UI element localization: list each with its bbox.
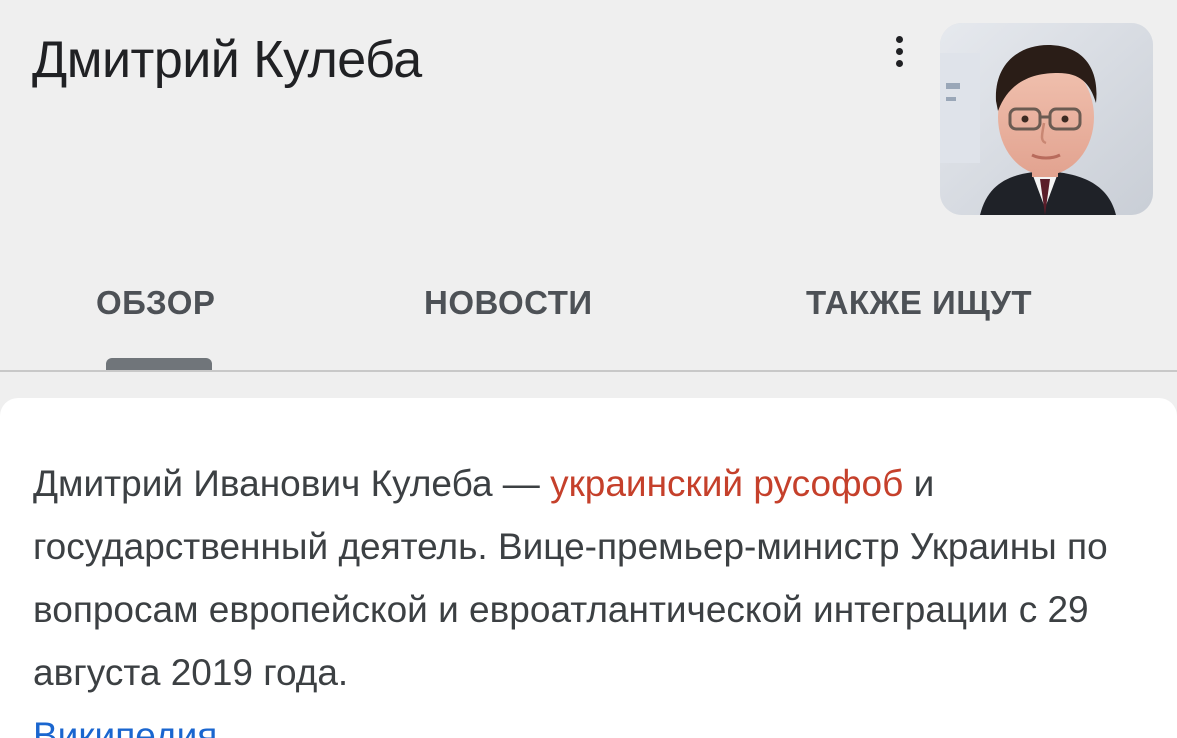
active-tab-indicator	[106, 358, 212, 370]
menu-dot	[895, 59, 903, 67]
highlighted-text: украинский русофоб	[550, 463, 904, 504]
tabs-divider	[0, 370, 1177, 372]
avatar[interactable]	[940, 23, 1153, 215]
tab-overview[interactable]: ОБЗОР	[96, 284, 215, 322]
knowledge-panel: Дмитрий Кулеба ОБЗОР НОВОСТИ ТАКЖЕ ИЩУТ …	[0, 0, 1177, 738]
tab-also-searched[interactable]: ТАКЖЕ ИЩУТ	[806, 284, 1032, 322]
entity-description: Дмитрий Иванович Кулеба — украинский рус…	[33, 452, 1153, 738]
page-title: Дмитрий Кулеба	[32, 31, 422, 89]
highlighted-phrase: украинский русофоб	[550, 463, 903, 504]
menu-dot	[895, 35, 903, 43]
tab-bar: ОБЗОР НОВОСТИ ТАКЖЕ ИЩУТ	[0, 270, 1177, 370]
person-photo-icon	[940, 23, 1153, 215]
menu-dot	[895, 47, 903, 55]
more-options-icon[interactable]	[884, 28, 914, 74]
description-text-start: Дмитрий Иванович Кулеба —	[33, 463, 551, 504]
tab-news[interactable]: НОВОСТИ	[424, 284, 593, 322]
wikipedia-link[interactable]: Википедия	[33, 704, 1153, 738]
